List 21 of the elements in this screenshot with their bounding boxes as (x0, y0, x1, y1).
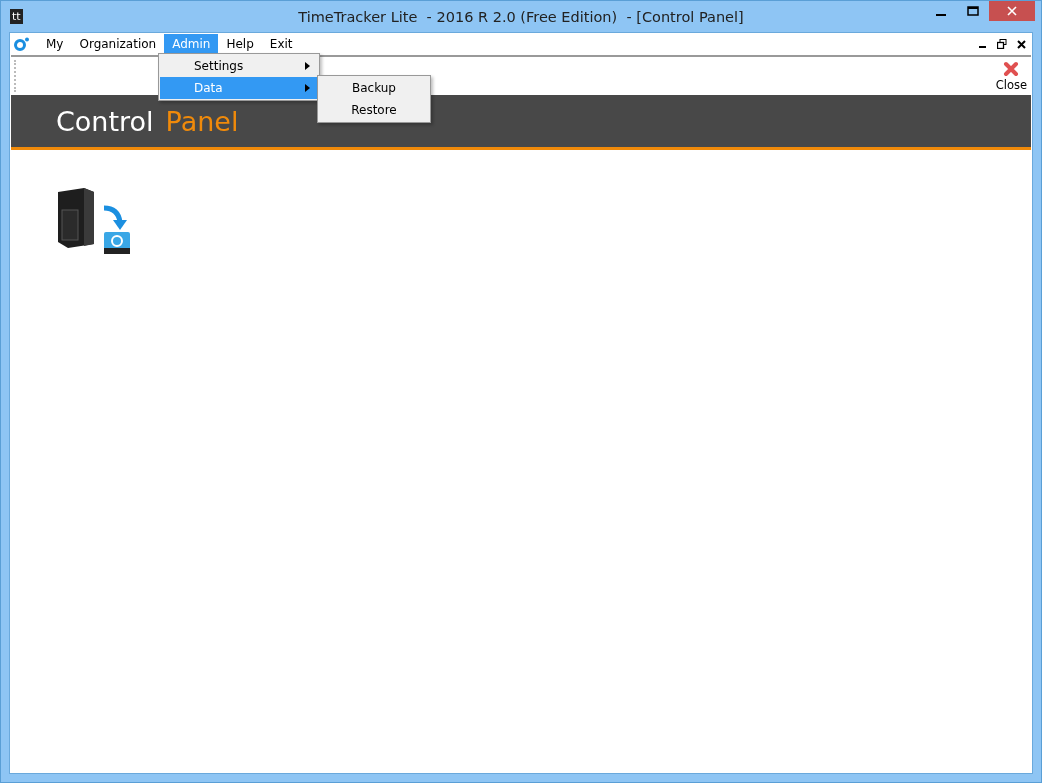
app-icon: tt (10, 9, 23, 24)
menu-item[interactable]: Exit (261, 34, 301, 54)
submenu-arrow-icon (305, 84, 310, 92)
submenu-arrow-icon (305, 62, 310, 70)
close-icon (1006, 6, 1018, 16)
header-title-accent: Panel (165, 105, 239, 137)
menu-entry[interactable]: Backup (318, 77, 430, 99)
close-icon[interactable] (1017, 39, 1026, 49)
menu-entry[interactable]: Restore (318, 99, 430, 121)
app-logo-icon (14, 37, 30, 51)
restore-icon[interactable] (997, 39, 1007, 49)
close-icon (1003, 60, 1020, 77)
menu-item[interactable]: Help (218, 34, 262, 54)
header-title: Control (56, 105, 154, 137)
close-toolbar-button[interactable]: Close (991, 60, 1031, 92)
maximize-icon (967, 6, 979, 16)
menu-entry[interactable]: Settings (160, 55, 318, 77)
minimize-icon (936, 13, 946, 16)
menu-item[interactable]: Organization (71, 34, 165, 54)
window-title: TimeTracker Lite - 2016 R 2.0 (Free Edition) - [Control Panel] (298, 8, 744, 25)
menu-item[interactable]: My (38, 34, 72, 54)
